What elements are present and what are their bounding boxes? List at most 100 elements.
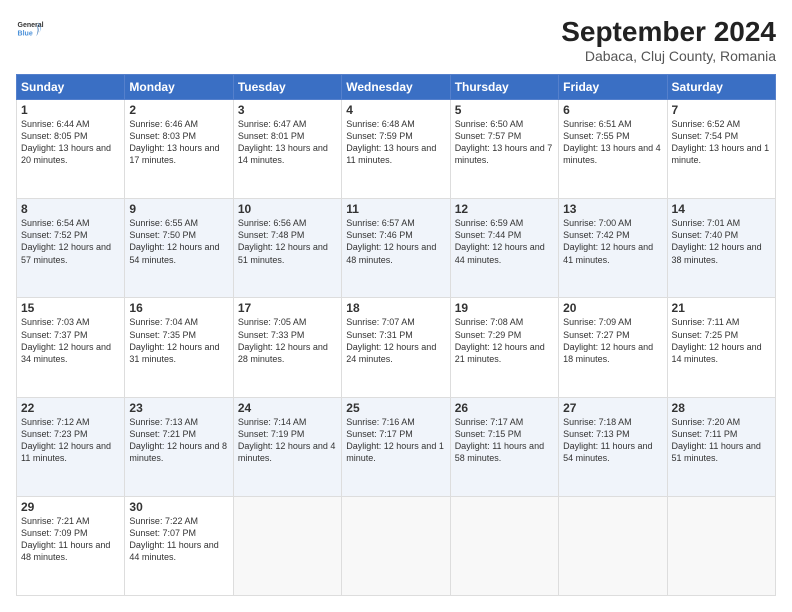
cell-info: Sunrise: 7:11 AM Sunset: 7:25 PM Dayligh… [672, 316, 771, 365]
cell-info: Sunrise: 6:48 AM Sunset: 7:59 PM Dayligh… [346, 118, 445, 167]
table-row: 12 Sunrise: 6:59 AM Sunset: 7:44 PM Dayl… [450, 199, 558, 298]
day-number: 21 [672, 301, 771, 315]
cell-info: Sunrise: 7:14 AM Sunset: 7:19 PM Dayligh… [238, 416, 337, 465]
table-row [559, 496, 667, 595]
logo-icon: General Blue [16, 16, 44, 44]
table-row: 13 Sunrise: 7:00 AM Sunset: 7:42 PM Dayl… [559, 199, 667, 298]
day-number: 22 [21, 401, 120, 415]
page-title: September 2024 [561, 16, 776, 48]
cell-info: Sunrise: 6:46 AM Sunset: 8:03 PM Dayligh… [129, 118, 228, 167]
cell-info: Sunrise: 7:00 AM Sunset: 7:42 PM Dayligh… [563, 217, 662, 266]
table-row: 10 Sunrise: 6:56 AM Sunset: 7:48 PM Dayl… [233, 199, 341, 298]
table-row: 23 Sunrise: 7:13 AM Sunset: 7:21 PM Dayl… [125, 397, 233, 496]
day-number: 11 [346, 202, 445, 216]
day-number: 12 [455, 202, 554, 216]
table-row: 24 Sunrise: 7:14 AM Sunset: 7:19 PM Dayl… [233, 397, 341, 496]
table-row [342, 496, 450, 595]
table-row [233, 496, 341, 595]
day-number: 16 [129, 301, 228, 315]
cell-info: Sunrise: 6:55 AM Sunset: 7:50 PM Dayligh… [129, 217, 228, 266]
table-row: 22 Sunrise: 7:12 AM Sunset: 7:23 PM Dayl… [17, 397, 125, 496]
cell-info: Sunrise: 7:21 AM Sunset: 7:09 PM Dayligh… [21, 515, 120, 564]
table-row: 20 Sunrise: 7:09 AM Sunset: 7:27 PM Dayl… [559, 298, 667, 397]
day-number: 7 [672, 103, 771, 117]
cell-info: Sunrise: 6:52 AM Sunset: 7:54 PM Dayligh… [672, 118, 771, 167]
cell-info: Sunrise: 6:51 AM Sunset: 7:55 PM Dayligh… [563, 118, 662, 167]
col-friday: Friday [559, 75, 667, 100]
calendar-header-row: Sunday Monday Tuesday Wednesday Thursday… [17, 75, 776, 100]
table-row: 7 Sunrise: 6:52 AM Sunset: 7:54 PM Dayli… [667, 100, 775, 199]
day-number: 6 [563, 103, 662, 117]
table-row: 3 Sunrise: 6:47 AM Sunset: 8:01 PM Dayli… [233, 100, 341, 199]
col-tuesday: Tuesday [233, 75, 341, 100]
table-row: 15 Sunrise: 7:03 AM Sunset: 7:37 PM Dayl… [17, 298, 125, 397]
cell-info: Sunrise: 6:44 AM Sunset: 8:05 PM Dayligh… [21, 118, 120, 167]
table-row: 11 Sunrise: 6:57 AM Sunset: 7:46 PM Dayl… [342, 199, 450, 298]
col-saturday: Saturday [667, 75, 775, 100]
table-row: 17 Sunrise: 7:05 AM Sunset: 7:33 PM Dayl… [233, 298, 341, 397]
table-row: 5 Sunrise: 6:50 AM Sunset: 7:57 PM Dayli… [450, 100, 558, 199]
day-number: 3 [238, 103, 337, 117]
cell-info: Sunrise: 7:17 AM Sunset: 7:15 PM Dayligh… [455, 416, 554, 465]
day-number: 1 [21, 103, 120, 117]
table-row: 19 Sunrise: 7:08 AM Sunset: 7:29 PM Dayl… [450, 298, 558, 397]
table-row: 8 Sunrise: 6:54 AM Sunset: 7:52 PM Dayli… [17, 199, 125, 298]
day-number: 28 [672, 401, 771, 415]
day-number: 14 [672, 202, 771, 216]
day-number: 15 [21, 301, 120, 315]
table-row: 4 Sunrise: 6:48 AM Sunset: 7:59 PM Dayli… [342, 100, 450, 199]
cell-info: Sunrise: 6:47 AM Sunset: 8:01 PM Dayligh… [238, 118, 337, 167]
cell-info: Sunrise: 7:16 AM Sunset: 7:17 PM Dayligh… [346, 416, 445, 465]
col-wednesday: Wednesday [342, 75, 450, 100]
cell-info: Sunrise: 7:13 AM Sunset: 7:21 PM Dayligh… [129, 416, 228, 465]
title-block: September 2024 Dabaca, Cluj County, Roma… [561, 16, 776, 64]
cell-info: Sunrise: 7:20 AM Sunset: 7:11 PM Dayligh… [672, 416, 771, 465]
day-number: 4 [346, 103, 445, 117]
day-number: 25 [346, 401, 445, 415]
cell-info: Sunrise: 7:05 AM Sunset: 7:33 PM Dayligh… [238, 316, 337, 365]
table-row: 6 Sunrise: 6:51 AM Sunset: 7:55 PM Dayli… [559, 100, 667, 199]
table-row: 21 Sunrise: 7:11 AM Sunset: 7:25 PM Dayl… [667, 298, 775, 397]
cell-info: Sunrise: 7:03 AM Sunset: 7:37 PM Dayligh… [21, 316, 120, 365]
page-subtitle: Dabaca, Cluj County, Romania [561, 48, 776, 64]
cell-info: Sunrise: 7:09 AM Sunset: 7:27 PM Dayligh… [563, 316, 662, 365]
cell-info: Sunrise: 6:59 AM Sunset: 7:44 PM Dayligh… [455, 217, 554, 266]
cell-info: Sunrise: 7:07 AM Sunset: 7:31 PM Dayligh… [346, 316, 445, 365]
table-row: 14 Sunrise: 7:01 AM Sunset: 7:40 PM Dayl… [667, 199, 775, 298]
cell-info: Sunrise: 7:01 AM Sunset: 7:40 PM Dayligh… [672, 217, 771, 266]
day-number: 9 [129, 202, 228, 216]
day-number: 8 [21, 202, 120, 216]
day-number: 19 [455, 301, 554, 315]
cell-info: Sunrise: 6:57 AM Sunset: 7:46 PM Dayligh… [346, 217, 445, 266]
table-row [667, 496, 775, 595]
day-number: 30 [129, 500, 228, 514]
cell-info: Sunrise: 7:18 AM Sunset: 7:13 PM Dayligh… [563, 416, 662, 465]
table-row: 29 Sunrise: 7:21 AM Sunset: 7:09 PM Dayl… [17, 496, 125, 595]
day-number: 20 [563, 301, 662, 315]
cell-info: Sunrise: 6:50 AM Sunset: 7:57 PM Dayligh… [455, 118, 554, 167]
cell-info: Sunrise: 6:54 AM Sunset: 7:52 PM Dayligh… [21, 217, 120, 266]
svg-text:Blue: Blue [18, 30, 33, 37]
day-number: 2 [129, 103, 228, 117]
day-number: 23 [129, 401, 228, 415]
table-row: 25 Sunrise: 7:16 AM Sunset: 7:17 PM Dayl… [342, 397, 450, 496]
table-row: 9 Sunrise: 6:55 AM Sunset: 7:50 PM Dayli… [125, 199, 233, 298]
table-row: 30 Sunrise: 7:22 AM Sunset: 7:07 PM Dayl… [125, 496, 233, 595]
cell-info: Sunrise: 7:04 AM Sunset: 7:35 PM Dayligh… [129, 316, 228, 365]
table-row: 28 Sunrise: 7:20 AM Sunset: 7:11 PM Dayl… [667, 397, 775, 496]
day-number: 18 [346, 301, 445, 315]
header: General Blue September 2024 Dabaca, Cluj… [16, 16, 776, 64]
day-number: 27 [563, 401, 662, 415]
logo: General Blue [16, 16, 44, 44]
col-thursday: Thursday [450, 75, 558, 100]
day-number: 10 [238, 202, 337, 216]
calendar-table: Sunday Monday Tuesday Wednesday Thursday… [16, 74, 776, 596]
table-row: 16 Sunrise: 7:04 AM Sunset: 7:35 PM Dayl… [125, 298, 233, 397]
day-number: 17 [238, 301, 337, 315]
day-number: 5 [455, 103, 554, 117]
table-row: 18 Sunrise: 7:07 AM Sunset: 7:31 PM Dayl… [342, 298, 450, 397]
cell-info: Sunrise: 7:22 AM Sunset: 7:07 PM Dayligh… [129, 515, 228, 564]
col-sunday: Sunday [17, 75, 125, 100]
col-monday: Monday [125, 75, 233, 100]
cell-info: Sunrise: 7:08 AM Sunset: 7:29 PM Dayligh… [455, 316, 554, 365]
